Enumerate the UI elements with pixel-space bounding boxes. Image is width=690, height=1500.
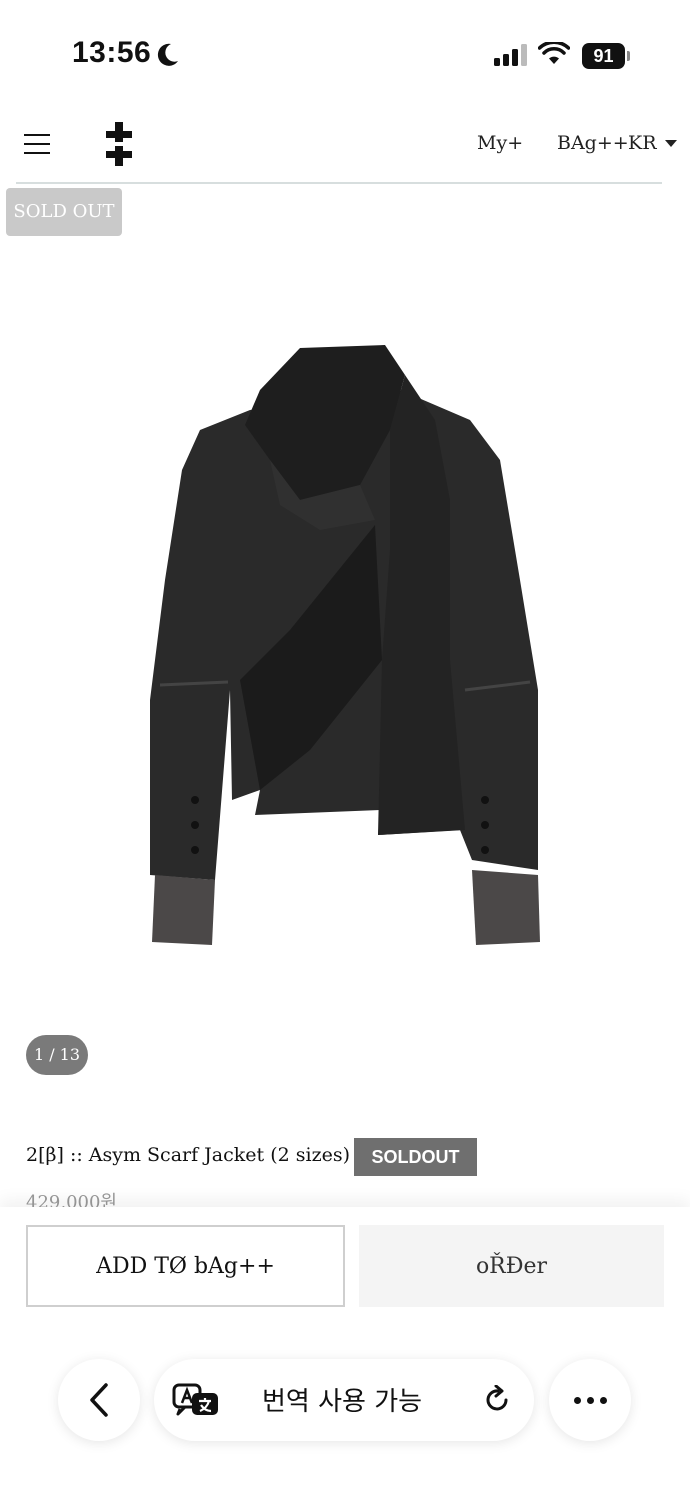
cellular-signal-icon: [494, 44, 527, 66]
wifi-icon: [538, 42, 570, 64]
translate-label: 번역 사용 가능: [262, 1387, 423, 1417]
translate-bar[interactable]: 번역 사용 가능: [154, 1359, 534, 1441]
header-divider: [16, 182, 662, 184]
browser-toolbar: 번역 사용 가능: [0, 1345, 690, 1455]
language-label: KR: [628, 132, 657, 154]
caret-down-icon: [664, 139, 677, 147]
nav-my-account[interactable]: My+: [477, 132, 523, 154]
more-dots-icon: [573, 1396, 607, 1404]
translate-icon: [172, 1383, 218, 1416]
back-button[interactable]: [58, 1359, 140, 1441]
product-image[interactable]: [120, 330, 560, 960]
sold-out-badge: SOLD OUT: [6, 188, 122, 236]
hamburger-icon[interactable]: [24, 134, 50, 156]
more-options-button[interactable]: [549, 1359, 631, 1441]
reload-icon[interactable]: [482, 1385, 512, 1415]
battery-level: 91: [582, 43, 625, 69]
status-bar: 13:56 91: [0, 0, 690, 110]
product-title: 2[β] :: Asym Scarf Jacket (2 sizes): [26, 1144, 350, 1166]
moon-icon: [157, 43, 178, 66]
nav-bag[interactable]: BAg++: [557, 132, 629, 154]
soldout-status-tag: SOLDOUT: [354, 1138, 477, 1176]
chevron-left-icon: [90, 1383, 108, 1417]
status-time: 13:56: [72, 36, 152, 69]
language-selector[interactable]: KR: [628, 132, 677, 154]
site-header: My+ BAg++ KR: [0, 110, 690, 184]
image-pager: 1 / 13: [26, 1035, 88, 1075]
order-button[interactable]: oŘĐer: [359, 1225, 664, 1307]
double-cross-logo-icon[interactable]: [106, 122, 132, 166]
battery-indicator: 91: [582, 43, 630, 69]
add-to-bag-button[interactable]: ADD TØ bAg++: [26, 1225, 345, 1307]
battery-cap: [627, 51, 630, 61]
